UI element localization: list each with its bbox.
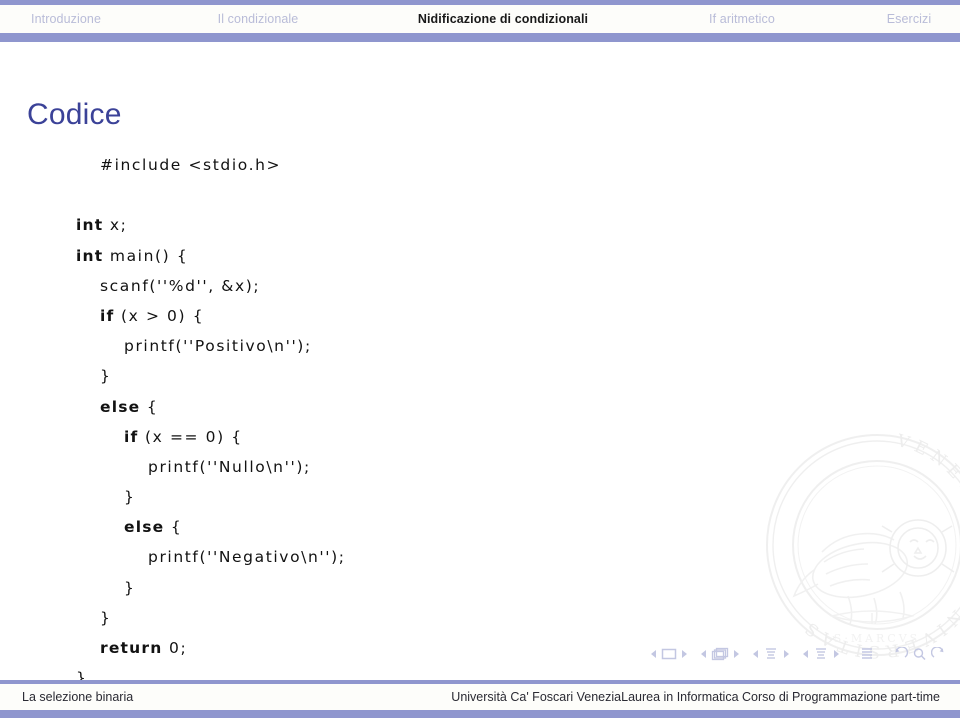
frame-navigation-group [701, 647, 739, 661]
slide-navigation-group [651, 648, 687, 660]
code-line: } [76, 361, 346, 391]
history-search-group [893, 647, 946, 661]
document-icon[interactable] [859, 647, 875, 661]
slide-icon[interactable] [661, 648, 677, 660]
code-keyword: int [76, 216, 104, 235]
code-line: #include <stdio.h> [76, 150, 346, 180]
code-text: } [100, 367, 112, 386]
footer-band-bottom [0, 710, 960, 718]
code-text: } [124, 578, 136, 597]
code-line: else { [76, 392, 346, 422]
tab-il-condizionale[interactable]: Il condizionale [218, 12, 299, 26]
code-keyword: int [76, 246, 104, 265]
universita-ca-foscari-seal-watermark: VENETIARVM VNIVERSITAS [752, 420, 960, 670]
code-line: } [76, 573, 346, 603]
code-text: } [100, 608, 112, 627]
code-text: printf(''Negativo\n''); [148, 548, 346, 567]
slide-title: Codice [27, 98, 122, 131]
slide-header-navigation: Introduzione Il condizionale Nidificazio… [0, 0, 960, 46]
document-navigation-group [859, 647, 875, 661]
code-keyword: if [100, 306, 115, 325]
code-line: printf(''Negativo\n''); [76, 542, 346, 572]
code-keyword: return [100, 639, 163, 657]
code-text: { [164, 518, 183, 537]
code-line: if (x > 0) { [76, 301, 346, 331]
next-subsection-arrow[interactable] [784, 650, 789, 658]
subsection-icon[interactable] [763, 647, 779, 661]
code-text: #include <stdio.h> [100, 156, 282, 174]
search-icon[interactable] [912, 647, 927, 661]
subsection-navigation-group [753, 647, 789, 661]
code-line: printf(''Nullo\n''); [76, 452, 346, 482]
code-text: (x > 0) { [114, 306, 205, 325]
code-text: printf(''Nullo\n''); [148, 457, 311, 476]
code-line: return 0; [76, 633, 346, 663]
seal-icon: VENETIARVM VNIVERSITAS [766, 431, 960, 662]
code-text: printf(''Positivo\n''); [124, 337, 312, 356]
code-keyword: if [124, 427, 139, 446]
code-line: scanf(''%d'', &x); [76, 271, 346, 301]
next-frame-arrow[interactable] [734, 650, 739, 658]
code-text: scanf(''%d'', &x); [100, 276, 261, 295]
code-line: printf(''Positivo\n''); [76, 331, 346, 361]
code-line: if (x == 0) { [76, 422, 346, 452]
tab-nidificazione-di-condizionali[interactable]: Nidificazione di condizionali [418, 12, 588, 26]
footer-subtitle: La selezione binaria [22, 690, 134, 704]
code-keyword: else [100, 397, 141, 416]
prev-frame-arrow[interactable] [701, 650, 706, 658]
slide-footer: La selezione binaria Università Ca' Fosc… [0, 680, 960, 718]
code-line: } [76, 603, 346, 633]
svg-text:VENETIARVM VNIVERSITAS: VENETIARVM VNIVERSITAS [798, 431, 960, 662]
c-source-code-block: #include <stdio.h> int x; int main() {scan… [76, 150, 346, 693]
tab-esercizi[interactable]: Esercizi [887, 12, 932, 26]
prev-slide-arrow[interactable] [651, 650, 656, 658]
code-text: main() { [103, 246, 189, 265]
section-icon[interactable] [813, 647, 829, 661]
beamer-navigation-symbols [651, 645, 946, 663]
code-text: (x == 0) { [138, 427, 243, 446]
back-arrow-icon[interactable] [893, 647, 908, 661]
frame-stack-icon[interactable] [711, 647, 729, 661]
prev-section-arrow[interactable] [803, 650, 808, 658]
code-text: 0; [162, 639, 188, 657]
header-band-bottom [0, 33, 960, 42]
tab-introduzione[interactable]: Introduzione [31, 12, 101, 26]
code-text: { [140, 397, 159, 416]
tab-if-aritmetico[interactable]: If aritmetico [709, 12, 775, 26]
code-line: int x; [76, 210, 346, 240]
code-line: int main() { [76, 241, 346, 271]
next-slide-arrow[interactable] [682, 650, 687, 658]
section-navigation-group [803, 647, 839, 661]
code-line: else { [76, 512, 346, 542]
prev-subsection-arrow[interactable] [753, 650, 758, 658]
code-keyword: else [124, 518, 165, 537]
next-section-arrow[interactable] [834, 650, 839, 658]
code-text: } [124, 488, 136, 507]
footer-institution: Università Ca' Foscari VeneziaLaurea in … [451, 690, 940, 704]
svg-text:S·MARCVS: S·MARCVS [834, 632, 920, 645]
code-line: } [76, 482, 346, 512]
section-tab-bar: Introduzione Il condizionale Nidificazio… [0, 5, 960, 33]
forward-arrow-icon[interactable] [931, 647, 946, 661]
code-text: x; [103, 216, 128, 235]
header-band-gap [0, 42, 960, 46]
